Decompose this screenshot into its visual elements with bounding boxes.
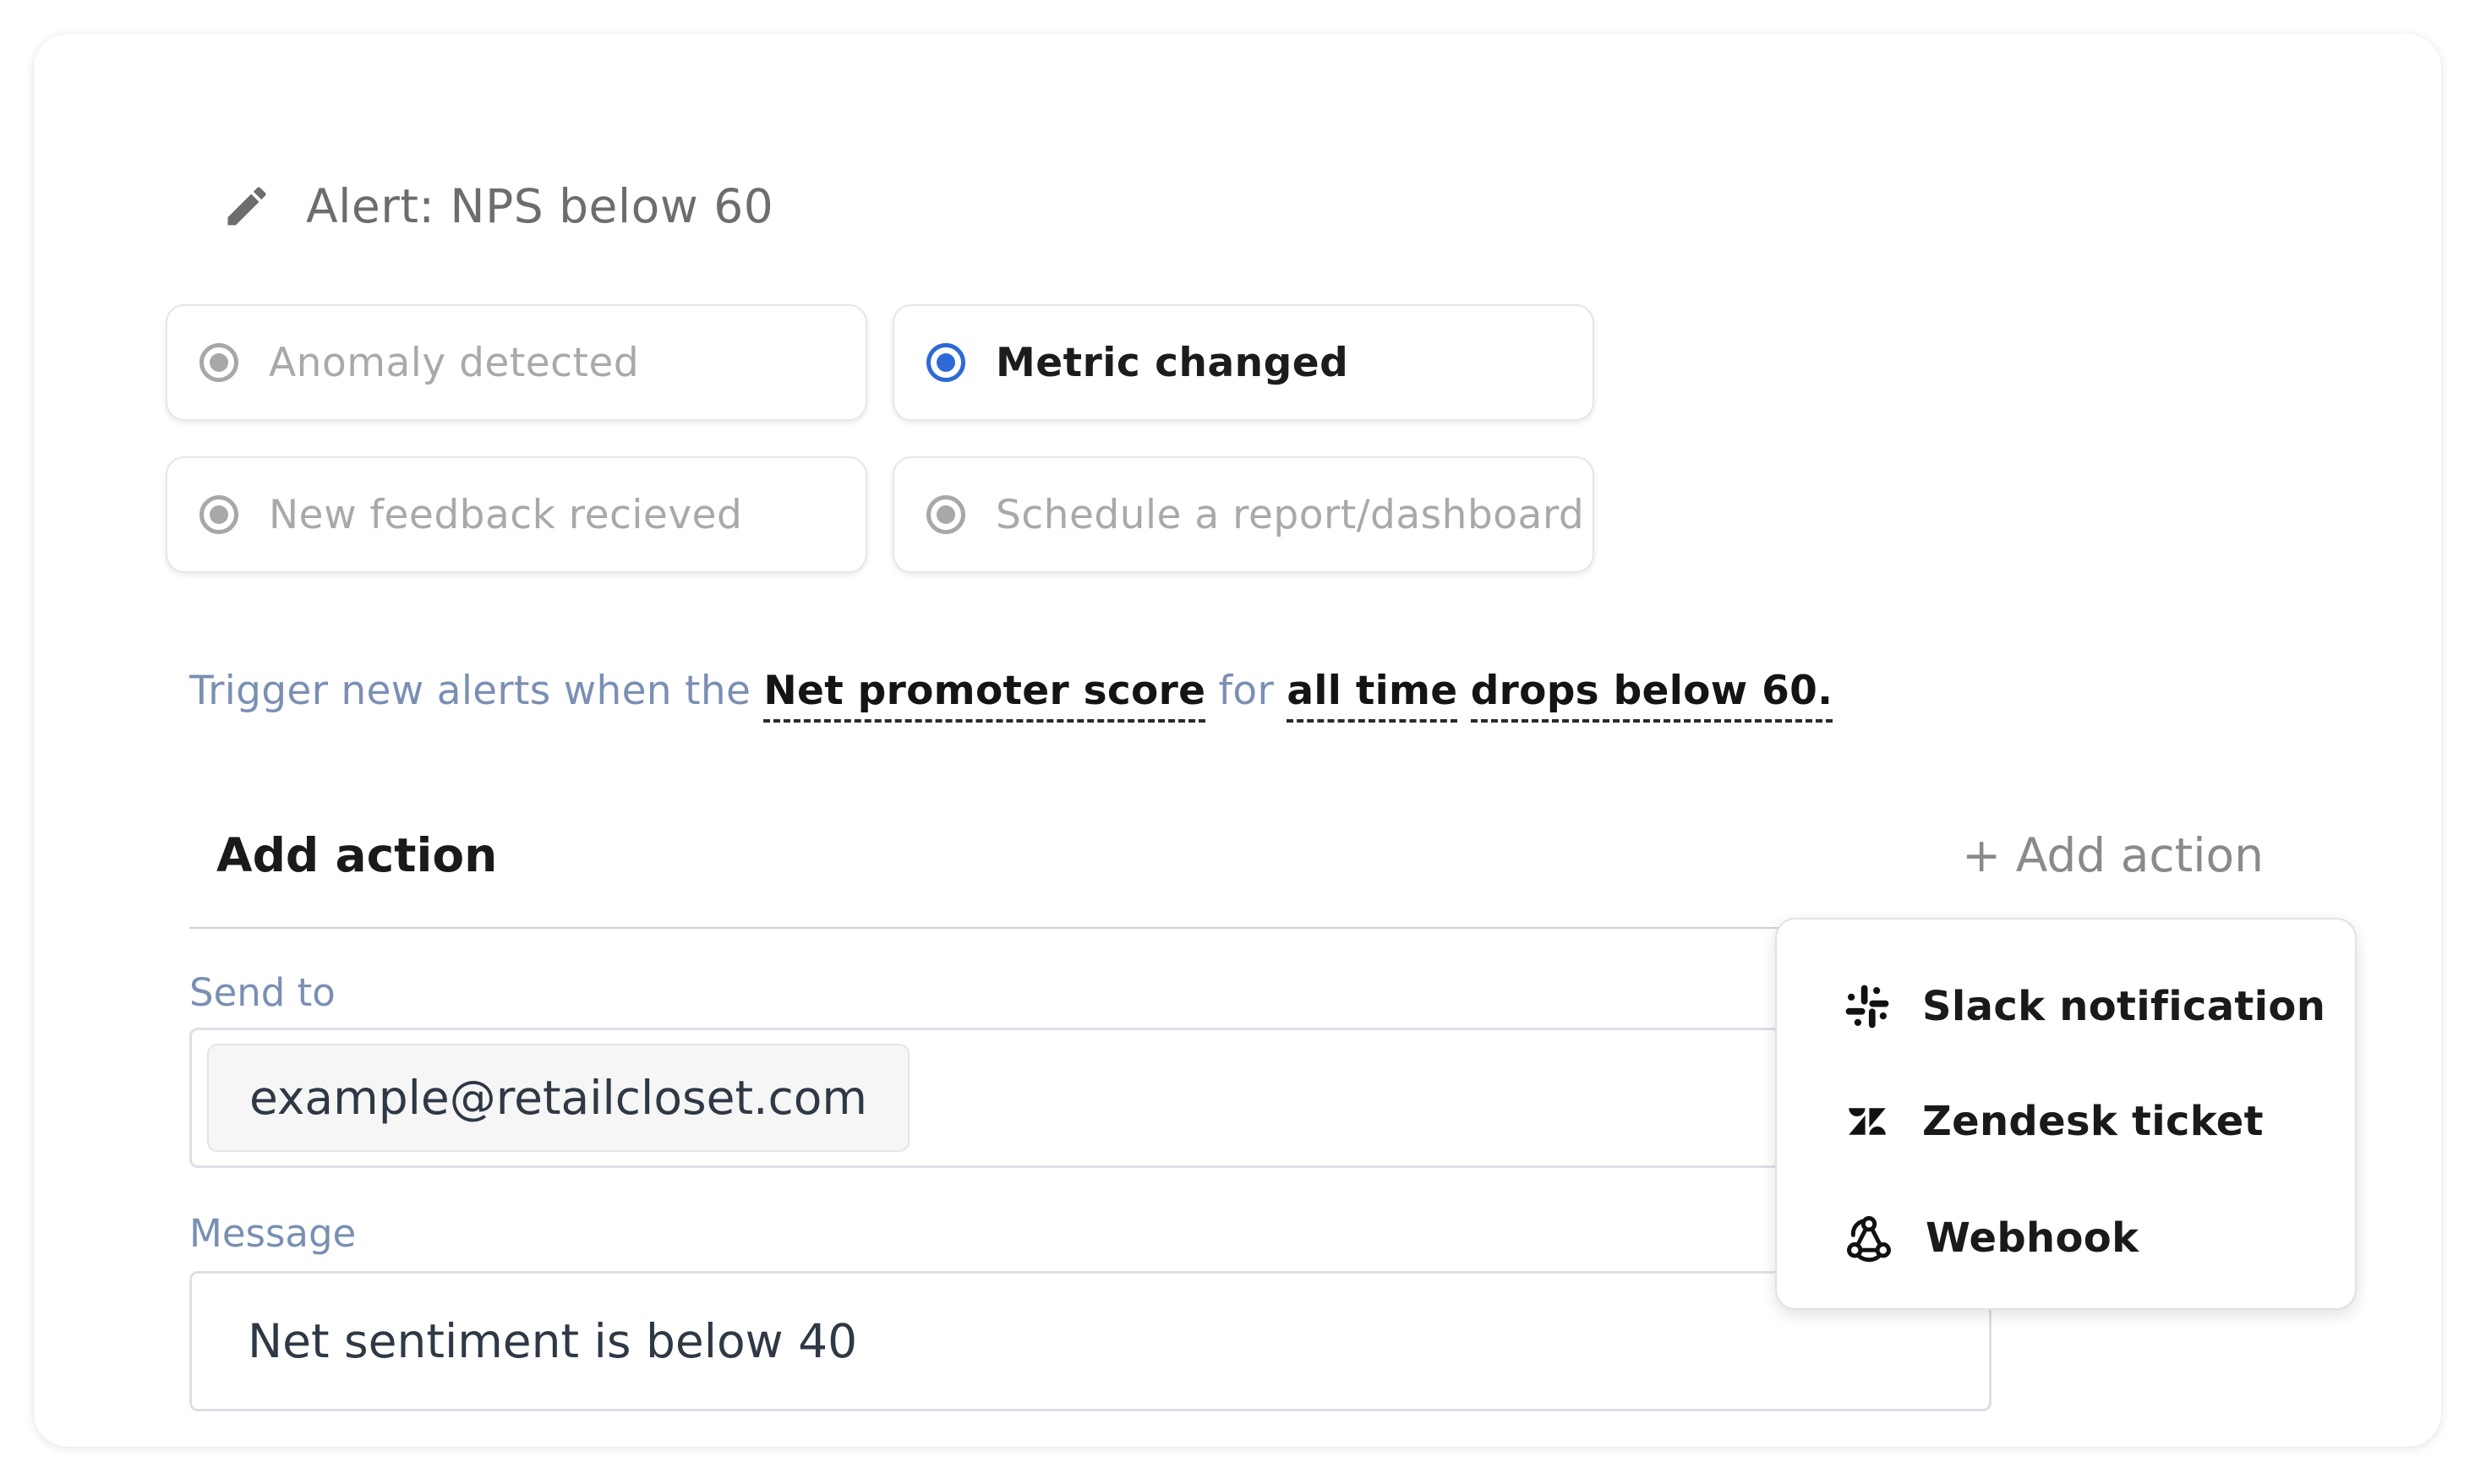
radio-icon (199, 343, 238, 382)
message-value: Net sentiment is below 40 (248, 1314, 858, 1368)
radio-icon (926, 495, 965, 534)
zendesk-icon (1849, 1108, 1886, 1135)
radio-icon (199, 495, 238, 534)
add-action-heading: Add action (216, 828, 498, 882)
trigger-option-metric-changed[interactable]: Metric changed (893, 304, 1594, 421)
trigger-option-label: Schedule a report/dashboard (996, 491, 1585, 538)
condition-connector: for (1205, 668, 1287, 714)
alert-editor-card: Alert: NPS below 60 Anomaly detected Met… (34, 34, 2441, 1447)
recipient-chip[interactable]: example@retailcloset.com (207, 1044, 910, 1152)
slack-icon (1845, 985, 1889, 1028)
message-field[interactable]: Net sentiment is below 40 (189, 1271, 1991, 1411)
menu-item-label: Webhook (1926, 1214, 2139, 1262)
trigger-option-new-feedback[interactable]: New feedback recieved (166, 456, 867, 573)
alert-title-row[interactable]: Alert: NPS below 60 (221, 179, 773, 233)
menu-item-webhook[interactable]: Webhook (1843, 1212, 2139, 1264)
pencil-icon[interactable] (221, 181, 272, 232)
menu-item-slack-notification[interactable]: Slack notification (1843, 982, 2325, 1031)
menu-item-zendesk-ticket[interactable]: Zendesk ticket (1843, 1097, 2264, 1146)
trigger-option-anomaly-detected[interactable]: Anomaly detected (166, 304, 867, 421)
trigger-option-label: Metric changed (996, 339, 1349, 386)
condition-space (1457, 668, 1470, 714)
send-to-label: Send to (189, 970, 336, 1015)
send-to-field[interactable]: example@retailcloset.com (189, 1028, 1991, 1168)
alert-condition-sentence: Trigger new alerts when the Net promoter… (189, 668, 1833, 723)
alert-title: Alert: NPS below 60 (306, 179, 774, 233)
menu-item-label: Slack notification (1922, 983, 2326, 1030)
trigger-option-label: Anomaly detected (269, 339, 640, 386)
radio-selected-icon (926, 343, 965, 382)
menu-item-label: Zendesk ticket (1922, 1098, 2264, 1145)
trigger-option-schedule-report[interactable]: Schedule a report/dashboard (893, 456, 1594, 573)
condition-prefix: Trigger new alerts when the (189, 668, 764, 714)
add-action-button[interactable]: + Add action (1962, 828, 2264, 882)
webhook-icon (1847, 1216, 1891, 1263)
rule-selector[interactable]: drops below 60. (1470, 668, 1833, 723)
message-label: Message (189, 1211, 357, 1256)
period-selector[interactable]: all time (1287, 668, 1458, 723)
trigger-option-label: New feedback recieved (269, 491, 743, 538)
add-action-menu: Slack notification Zendesk ticket Webhoo… (1775, 918, 2357, 1310)
metric-selector[interactable]: Net promoter score (763, 668, 1206, 723)
